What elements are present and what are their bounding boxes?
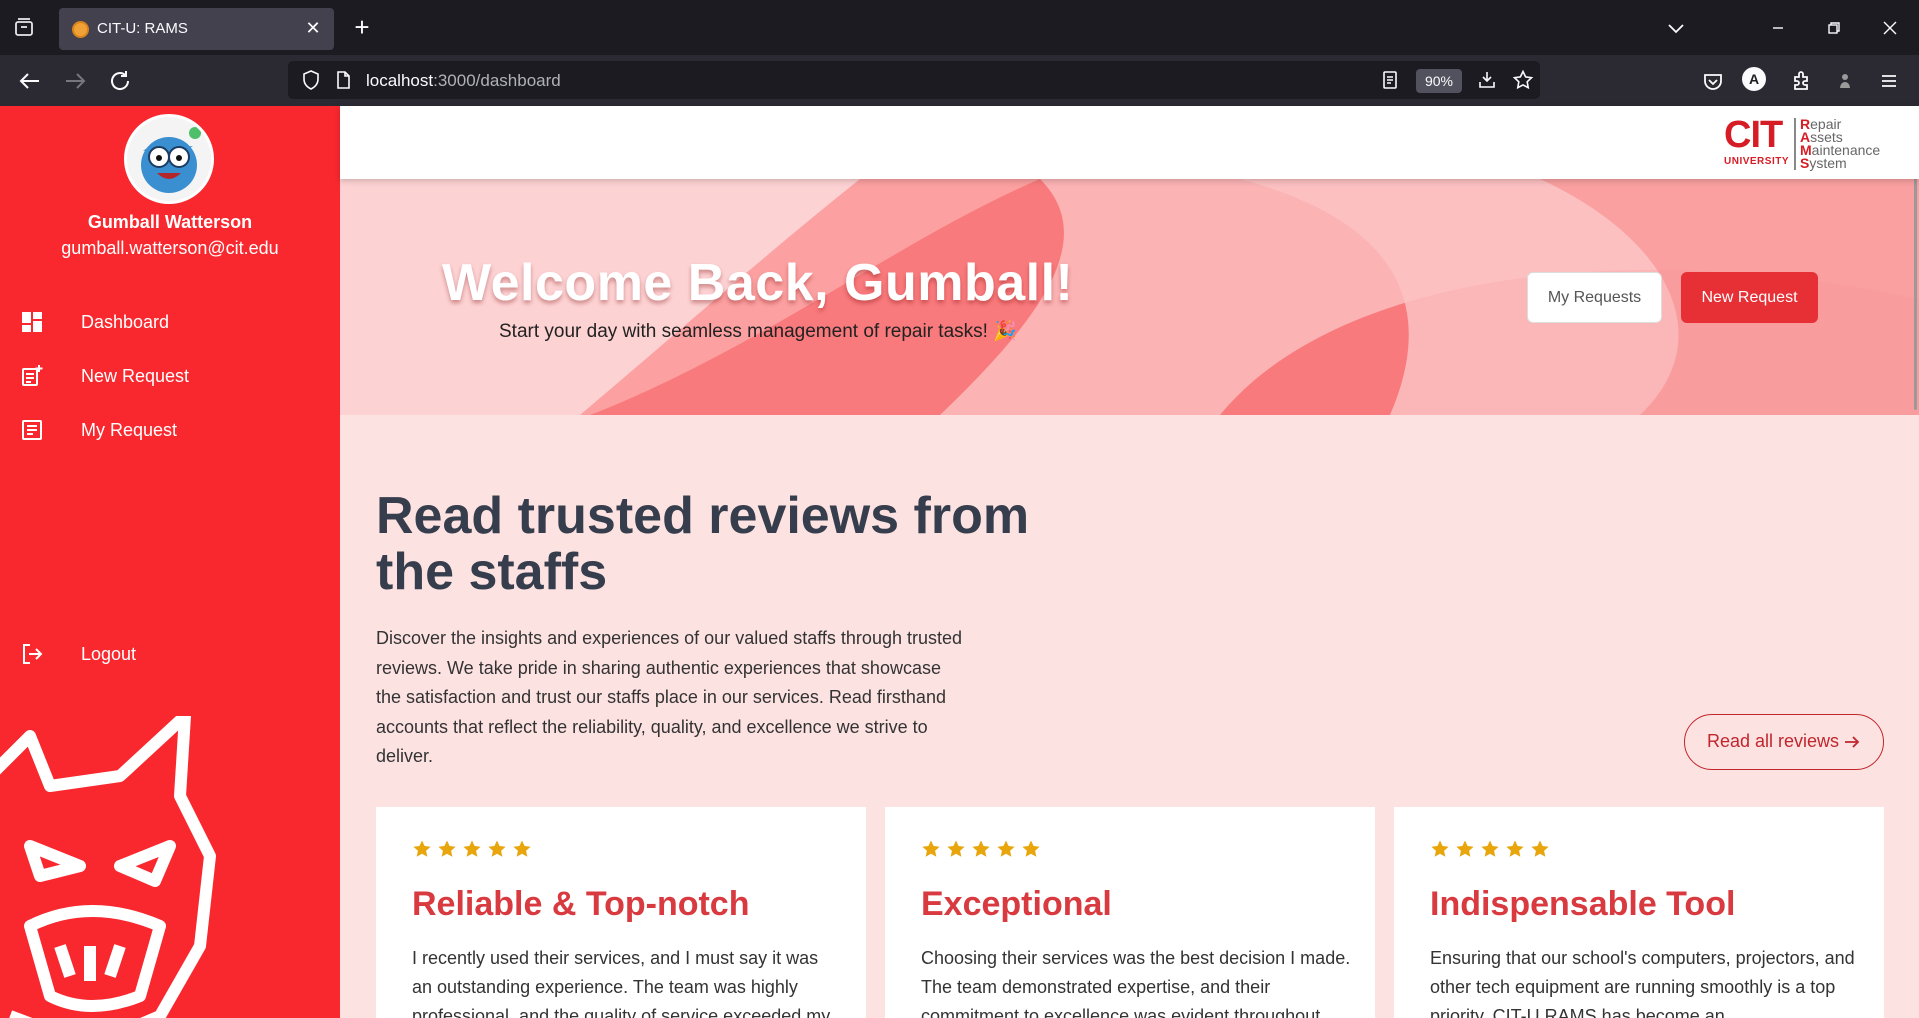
user-name: Gumball Watterson — [87, 212, 253, 232]
minimize-icon[interactable] — [1762, 12, 1794, 44]
review-title: Exceptional — [921, 885, 1112, 923]
reviews-description: Discover the insights and experiences of… — [376, 628, 963, 766]
review-title: Indispensable Tool — [1430, 885, 1736, 923]
logout-label: Logout — [81, 644, 137, 664]
welcome-title: Welcome Back, Gumball! — [442, 254, 1074, 312]
close-window-icon[interactable] — [1874, 12, 1906, 44]
review-body: I recently used their services, and I mu… — [412, 948, 831, 1018]
sidebar-item-new-request[interactable]: New Request — [0, 354, 340, 398]
review-card: Indispensable Tool Ensuring that our sch… — [1394, 807, 1884, 1018]
user-avatar[interactable] — [124, 114, 214, 204]
restore-icon[interactable] — [1818, 12, 1850, 44]
back-icon[interactable] — [15, 66, 45, 96]
reviews-heading: Read trusted reviews from the staffs — [376, 487, 1030, 601]
logo-cit: CIT — [1724, 114, 1783, 156]
reader-mode-icon[interactable] — [1379, 69, 1401, 91]
dashboard-icon — [20, 310, 44, 334]
browser-tab-bar: CIT-U: RAMS ✕ + — [0, 0, 1919, 55]
account-avatar-icon[interactable]: A — [1742, 67, 1766, 91]
sidebar-item-label: New Request — [81, 366, 190, 386]
sidebar-item-my-request[interactable]: My Request — [0, 408, 340, 452]
sidebar-item-logout[interactable]: Logout — [0, 632, 340, 676]
star-icon — [972, 840, 990, 857]
tab-title: CIT-U: RAMS — [97, 20, 188, 37]
cit-rams-logo[interactable]: CIT UNIVERSITY Repair Assets Maintenance… — [1724, 112, 1904, 172]
pocket-icon[interactable] — [1698, 66, 1728, 96]
star-icon — [1531, 840, 1549, 857]
sidebar-item-label: Dashboard — [81, 312, 170, 332]
zoom-badge[interactable]: 90% — [1416, 69, 1462, 93]
top-header: CIT UNIVERSITY Repair Assets Maintenance… — [340, 106, 1919, 179]
new-request-button[interactable]: New Request — [1681, 272, 1818, 323]
new-tab-icon[interactable]: + — [348, 14, 376, 42]
star-icon — [997, 840, 1015, 857]
wildcat-mascot-logo — [0, 716, 216, 1018]
welcome-subtitle: Start your day with seamless management … — [499, 321, 1017, 342]
star-icon — [1481, 840, 1499, 857]
my-requests-button[interactable]: My Requests — [1527, 272, 1662, 323]
logo-divider — [1794, 118, 1796, 170]
browser-nav-bar: localhost:3000/dashboard 90% A — [0, 55, 1919, 106]
extension-person-icon[interactable] — [1830, 66, 1860, 96]
star-icon — [1506, 840, 1524, 857]
sidebar-item-dashboard[interactable]: Dashboard — [0, 300, 340, 344]
url-text[interactable]: localhost:3000/dashboard — [366, 71, 561, 91]
logo-line-initial: S — [1800, 155, 1810, 171]
logo-rams-text: Repair Assets Maintenance System — [1800, 117, 1880, 171]
review-body: Choosing their services was the best dec… — [921, 948, 1351, 1018]
star-icon — [1431, 840, 1449, 857]
star-rating — [412, 839, 537, 859]
star-icon — [922, 840, 940, 857]
welcome-hero: Welcome Back, Gumball! Start your day wi… — [340, 179, 1919, 415]
review-card: Exceptional Choosing their services was … — [885, 807, 1375, 1018]
star-icon — [1456, 840, 1474, 857]
tab-list-icon[interactable] — [10, 14, 38, 42]
url-bar[interactable]: localhost:3000/dashboard 90% — [288, 61, 1540, 99]
close-tab-icon[interactable]: ✕ — [302, 17, 324, 39]
star-icon — [413, 840, 431, 857]
new-request-icon — [20, 364, 44, 388]
url-path: :3000/dashboard — [433, 71, 561, 90]
star-icon — [463, 840, 481, 857]
star-icon — [947, 840, 965, 857]
my-request-icon — [20, 418, 44, 442]
tab-overflow-chevron-icon[interactable] — [1660, 12, 1692, 44]
star-icon — [488, 840, 506, 857]
shield-icon[interactable] — [300, 69, 322, 91]
star-rating — [921, 839, 1046, 859]
logo-university: UNIVERSITY — [1724, 156, 1790, 167]
review-title: Reliable & Top-notch — [412, 885, 750, 923]
star-icon — [1022, 840, 1040, 857]
app-menu-icon[interactable] — [1874, 66, 1904, 96]
extensions-icon[interactable] — [1786, 66, 1816, 96]
review-card: Reliable & Top-notch I recently used the… — [376, 807, 866, 1018]
forward-icon[interactable] — [60, 66, 90, 96]
star-icon — [438, 840, 456, 857]
arrow-right-icon — [1845, 736, 1860, 748]
star-rating — [1430, 839, 1555, 859]
star-icon — [513, 840, 531, 857]
url-host: localhost — [366, 71, 434, 90]
review-body: Ensuring that our school's computers, pr… — [1430, 948, 1855, 1018]
page-icon[interactable] — [332, 69, 354, 91]
save-to-pocket-download-icon[interactable] — [1476, 69, 1498, 91]
read-all-reviews-button[interactable]: Read all reviews — [1684, 714, 1884, 770]
browser-tab[interactable]: CIT-U: RAMS ✕ — [59, 8, 334, 50]
logout-icon — [20, 642, 44, 666]
bookmark-star-icon[interactable] — [1512, 69, 1534, 91]
user-email: gumball.watterson@cit.edu — [61, 238, 279, 258]
reload-icon[interactable] — [105, 66, 135, 96]
sidebar: Gumball Watterson gumball.watterson@cit.… — [0, 106, 340, 1018]
sidebar-item-label: My Request — [81, 420, 178, 440]
read-all-reviews-label: Read all reviews — [1707, 731, 1840, 751]
favicon-icon — [72, 21, 89, 38]
logo-line-rest: ystem — [1809, 155, 1847, 171]
